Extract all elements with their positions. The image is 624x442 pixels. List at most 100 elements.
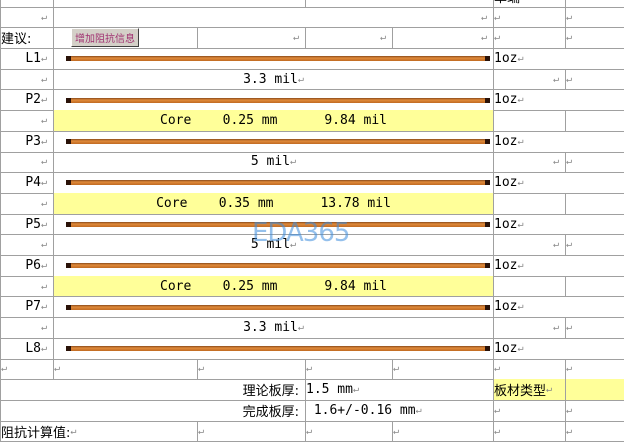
text: 3.3 mil <box>243 320 298 336</box>
core-layer: Core 0.35 mm 13.78 mil <box>53 193 493 214</box>
cell: ↵ <box>0 275 53 297</box>
cell: ↵ <box>0 193 53 214</box>
layer-name: P4 ↵ <box>0 172 53 193</box>
material-value[interactable] <box>565 379 624 400</box>
text: Core 0.25 mm 9.84 mil <box>160 113 387 129</box>
core-layer: Core 0.25 mm 9.84 mil <box>53 275 493 297</box>
cell <box>493 110 565 131</box>
layer-name: P7 ↵ <box>0 296 53 318</box>
copper-weight: 1oz ↵ <box>493 89 624 111</box>
text: 1oz <box>494 133 518 149</box>
text: P4 <box>25 175 41 191</box>
text: 1oz <box>494 216 518 232</box>
cell: ↵ <box>0 68 53 90</box>
theory-label: 理论板厚: <box>0 379 305 400</box>
copper-weight: 1oz ↵ <box>493 213 624 235</box>
cell: ↵ <box>493 420 565 442</box>
layer-name: P5 ↵ <box>0 213 53 235</box>
label: 理论板厚: <box>242 384 299 400</box>
text: P3 <box>25 133 41 149</box>
cell: ↵ <box>565 0 624 7</box>
cell: ↵ <box>305 27 392 49</box>
spacing-cell: 5 mil↵ <box>53 0 305 7</box>
layer-name: L1 ↵ <box>0 48 53 69</box>
cell: ↵ <box>305 358 392 380</box>
prepreg: 3.3 mil ↵ <box>53 317 493 338</box>
cell: ↵ <box>53 6 493 28</box>
prepreg: 5 mil ↵ <box>53 151 493 173</box>
text: P2 <box>25 92 41 108</box>
watermark: EDA365 <box>252 218 350 248</box>
copper-bar <box>66 263 490 269</box>
text: P7 <box>25 299 41 315</box>
cell <box>493 275 565 297</box>
text: 1oz <box>494 340 518 356</box>
text: 5 mil <box>250 154 291 170</box>
text: 50 <box>465 0 481 4</box>
copper-bar <box>66 56 490 62</box>
material-label: 板材类型 ↵ <box>493 379 565 400</box>
cell: ↵ <box>493 317 565 338</box>
prepreg: 3.3 mil ↵ <box>53 68 493 90</box>
copper-weight: 1oz ↵ <box>493 130 624 152</box>
cell <box>565 193 624 214</box>
copper-bar <box>66 304 490 310</box>
text: 1oz <box>494 175 518 191</box>
cell: ↵ <box>197 358 305 380</box>
cell: ↵ <box>565 27 624 49</box>
cell: ↵ <box>565 6 624 28</box>
cell: ↵ <box>565 68 624 90</box>
layer-name: P2 ↵ <box>0 89 53 111</box>
text: 单端 <box>494 0 520 6</box>
cell: 增加阻抗信息 <box>53 27 197 49</box>
cell: ↵ <box>197 420 305 442</box>
copper-bar <box>66 180 490 186</box>
copper-weight: 1oz ↵ <box>493 337 624 359</box>
cell: ↵ <box>565 234 624 256</box>
text: P5 <box>25 216 41 232</box>
copper-layer <box>53 172 493 193</box>
copper-layer <box>53 89 493 111</box>
cell: ↵ <box>392 420 493 442</box>
cell: ↵ <box>565 400 624 421</box>
cell: ↵ <box>0 317 53 338</box>
text: P6 <box>25 257 41 273</box>
copper-layer <box>53 130 493 152</box>
copper-layer <box>53 48 493 69</box>
text: 5 mil <box>254 0 293 4</box>
cell: 建议: <box>0 27 53 49</box>
copper-bar <box>66 97 490 103</box>
cell: ↵ <box>493 68 565 90</box>
add-impedance-button[interactable]: 增加阻抗信息 <box>71 28 139 48</box>
cell: ↵ <box>493 400 565 421</box>
cell: ↵ <box>0 234 53 256</box>
cell: ↵ <box>0 151 53 173</box>
cell: ↵ <box>197 27 305 49</box>
copper-weight: 1oz ↵ <box>493 48 624 69</box>
text: Core 0.25 mm 9.84 mil <box>160 278 387 294</box>
cell: ↵ <box>493 151 565 173</box>
layer-name: P6 ↵ <box>0 255 53 276</box>
impedance-label: 阻抗计算值: ↵ <box>0 420 197 442</box>
core-layer: Core 0.25 mm 9.84 mil <box>53 110 493 131</box>
cell: ↵ <box>0 358 53 380</box>
layer-name: L8 ↵ <box>0 337 53 359</box>
layer-name: P3 ↵ <box>0 130 53 152</box>
text: L8 <box>25 340 41 356</box>
cell <box>565 110 624 131</box>
text: 3.3 mil <box>243 71 298 87</box>
copper-weight: 1oz ↵ <box>493 172 624 193</box>
copper-layer <box>53 296 493 318</box>
cell: ↵ <box>493 6 565 28</box>
cell: ↵ <box>0 110 53 131</box>
suggestion-label: 建议: <box>1 32 32 48</box>
text: 1oz <box>494 299 518 315</box>
width-cell: 50↵ <box>305 0 493 7</box>
text: 1oz <box>494 257 518 273</box>
finished-value: 1.6+/-0.16 mm ↵ <box>305 400 493 421</box>
cell: ↵ <box>565 317 624 338</box>
cell: ↵ <box>53 358 197 380</box>
copper-bar <box>66 138 490 144</box>
cell <box>0 0 53 7</box>
copper-weight: 1oz ↵ <box>493 296 624 318</box>
